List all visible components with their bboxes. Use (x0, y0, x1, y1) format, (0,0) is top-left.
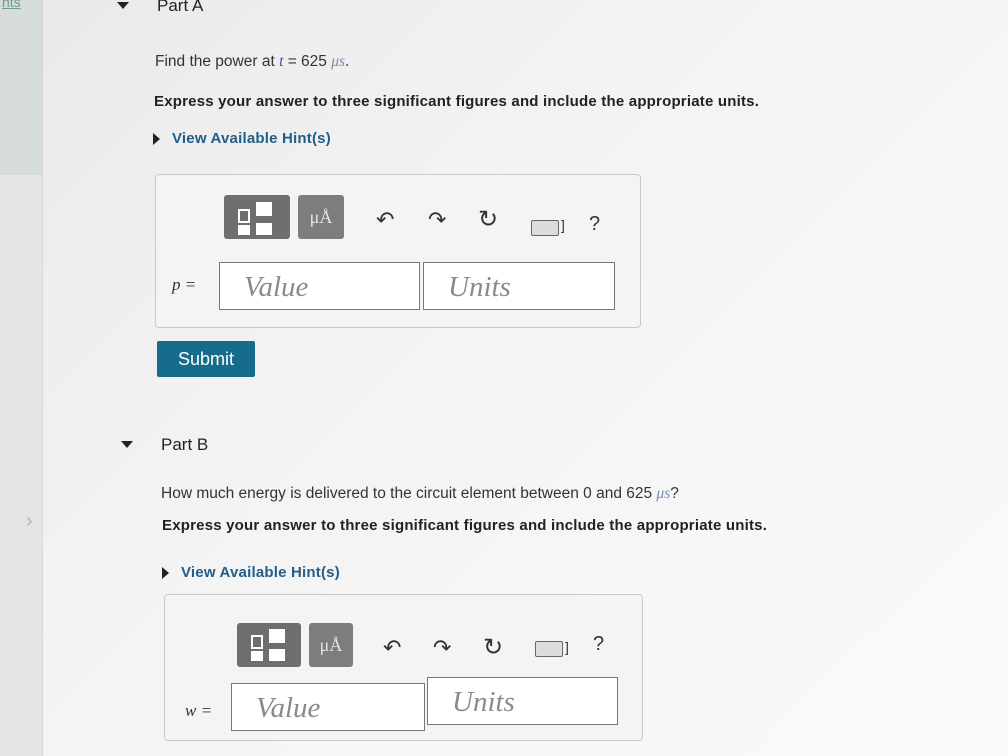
question-text: . (345, 53, 350, 70)
variable-label: p = (172, 275, 197, 294)
question-text: ? (670, 485, 679, 502)
collapse-caret-icon[interactable] (117, 2, 129, 9)
keyboard-bracket-icon: ] (561, 217, 565, 233)
units-button[interactable]: μÅ (309, 623, 353, 667)
hint-label[interactable]: View Available Hint(s) (181, 564, 340, 581)
keyboard-bracket-icon: ] (565, 639, 569, 655)
left-sidebar: nts › (0, 0, 43, 756)
expand-triangle-icon (162, 567, 169, 580)
part-a-title: Part A (157, 0, 204, 15)
keyboard-icon[interactable] (535, 641, 563, 657)
question-unit: μs (656, 485, 671, 502)
hint-label[interactable]: View Available Hint(s) (172, 130, 331, 147)
template-box-icon (269, 649, 285, 661)
part-a-question: Find the power at t = 625 μs. (155, 53, 349, 71)
help-icon[interactable]: ? (589, 213, 600, 236)
part-b-hint-toggle[interactable]: View Available Hint(s) (162, 564, 340, 581)
redo-icon[interactable]: ↷ (428, 207, 446, 233)
units-input[interactable]: Units (427, 677, 618, 725)
question-text: How much energy is delivered to the circ… (161, 485, 657, 502)
template-box-icon (256, 202, 272, 216)
value-input[interactable]: Value (219, 262, 420, 310)
templates-button[interactable] (224, 195, 290, 239)
question-text: Find the power at (155, 53, 280, 70)
chevron-right-icon[interactable]: › (26, 510, 33, 533)
sidebar-tab-label[interactable]: nts (2, 0, 21, 10)
question-text: = 625 (283, 53, 332, 70)
units-input[interactable]: Units (423, 262, 615, 310)
variable-label: w = (185, 701, 213, 720)
help-icon[interactable]: ? (593, 633, 604, 656)
template-box-icon (238, 225, 250, 235)
reset-icon[interactable]: ↻ (483, 633, 503, 662)
part-b-instructions: Express your answer to three significant… (162, 517, 768, 534)
value-input[interactable]: Value (231, 683, 425, 731)
question-unit: μs (331, 53, 346, 70)
part-b-title: Part B (161, 435, 209, 454)
part-a-hint-toggle[interactable]: View Available Hint(s) (153, 130, 331, 147)
reset-icon[interactable]: ↻ (478, 205, 498, 234)
template-box-icon (251, 651, 263, 661)
part-a-instructions: Express your answer to three significant… (154, 93, 760, 110)
sidebar-tab[interactable]: nts (0, 0, 42, 175)
expand-triangle-icon (153, 133, 160, 146)
part-b-answer-box: μÅ ↶ ↷ ↻ ] ? w = Value Units (164, 594, 643, 741)
collapse-caret-icon[interactable] (121, 441, 133, 448)
part-b-question: How much energy is delivered to the circ… (161, 485, 679, 503)
part-a-answer-box: μÅ ↶ ↷ ↻ ] ? p = Value Units (155, 174, 641, 328)
template-box-icon (251, 635, 263, 649)
template-box-icon (269, 629, 285, 643)
template-box-icon (238, 209, 250, 223)
undo-icon[interactable]: ↶ (376, 207, 394, 233)
redo-icon[interactable]: ↷ (433, 635, 451, 661)
templates-button[interactable] (237, 623, 301, 667)
template-box-icon (256, 223, 272, 235)
undo-icon[interactable]: ↶ (383, 635, 401, 661)
submit-button[interactable]: Submit (157, 341, 255, 377)
keyboard-icon[interactable] (531, 220, 559, 236)
units-button[interactable]: μÅ (298, 195, 344, 239)
